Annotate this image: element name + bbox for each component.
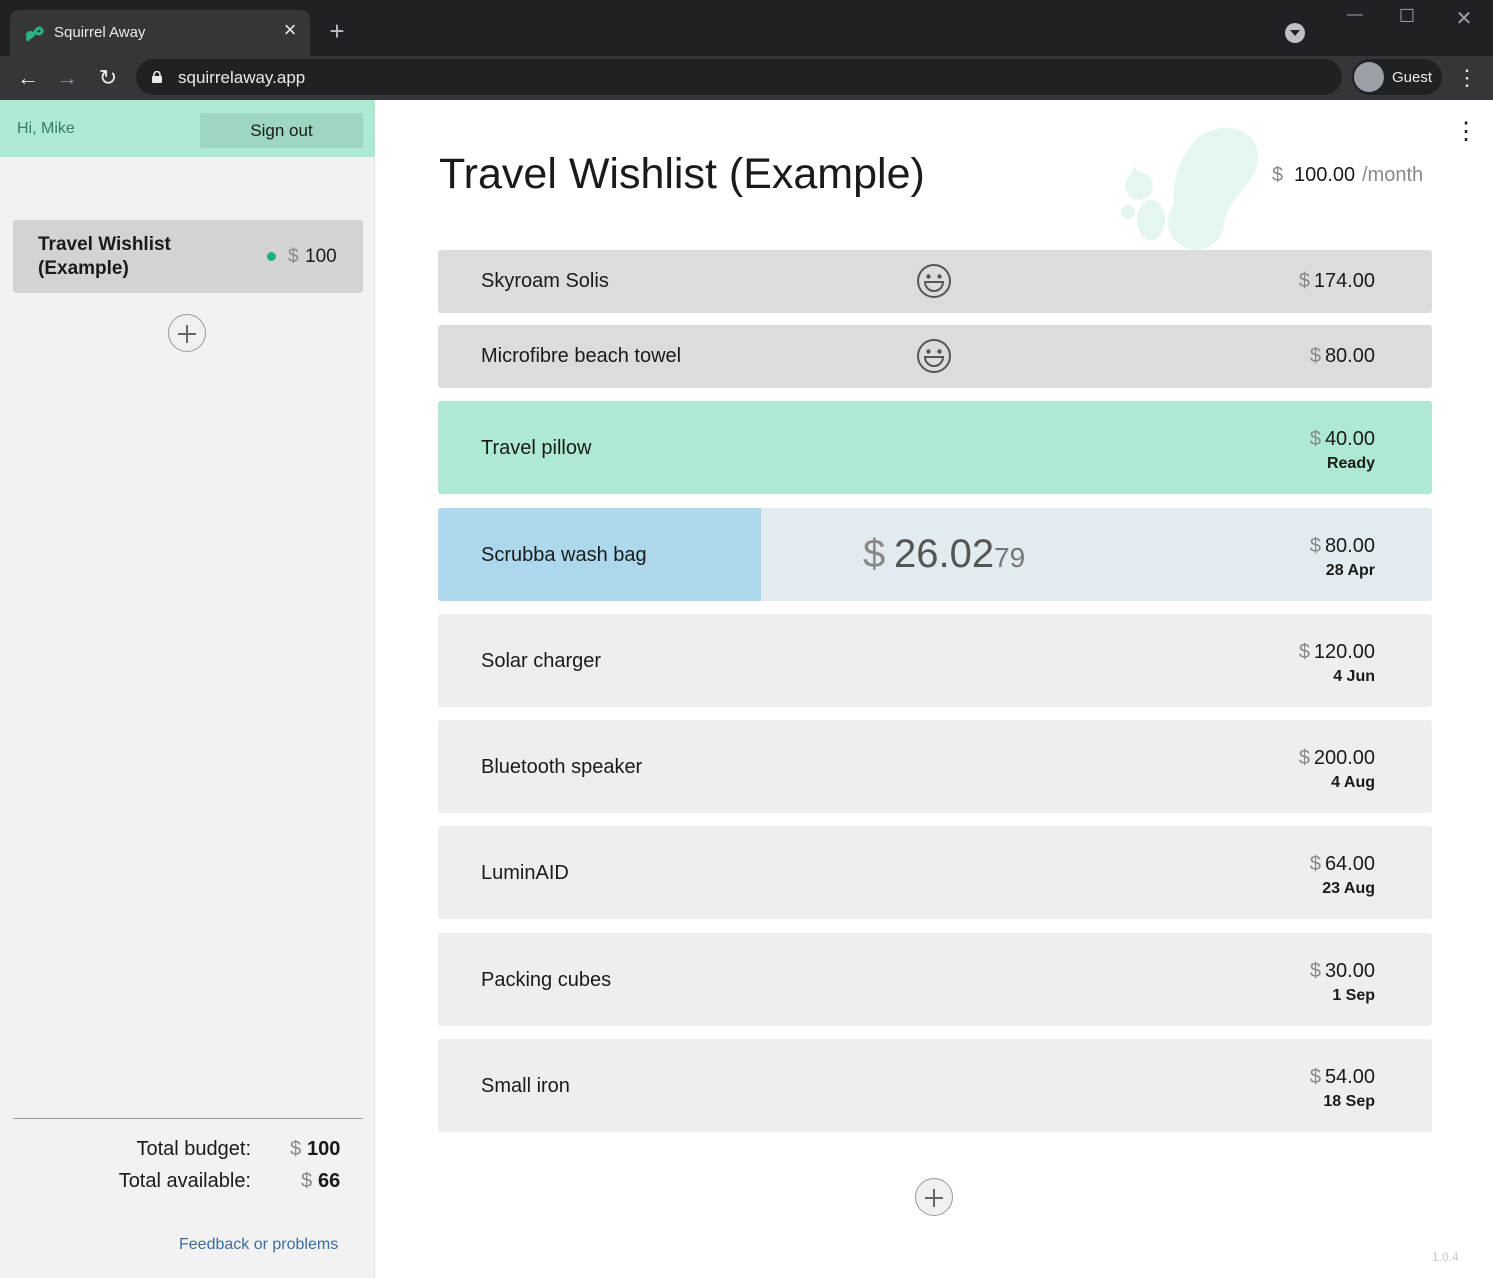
- item-price: 54.00: [1324, 1066, 1375, 1088]
- tab-search-icon[interactable]: [1285, 23, 1305, 43]
- browser-tab-bar: Squirrel Away × + — ☐ ✕: [0, 0, 1493, 56]
- item-price: 174.00: [1313, 270, 1375, 292]
- main-panel: Travel Wishlist (Example) $ 100.00 /mont…: [376, 100, 1493, 1278]
- total-budget-currency: $: [290, 1138, 302, 1160]
- version-label: 1.0.4: [1432, 1250, 1459, 1264]
- item-currency: $: [1309, 345, 1321, 367]
- browser-toolbar: ← → ↻ squirrelaway.app Guest ⋮: [0, 56, 1493, 100]
- wishlist-row[interactable]: Small iron $ 54.00 18 Sep: [438, 1039, 1432, 1132]
- sidebar: Hi, Mike Sign out Travel Wishlist (Examp…: [0, 100, 375, 1278]
- item-name: Microfibre beach towel: [481, 345, 682, 367]
- wishlist-row[interactable]: LuminAID $ 64.00 23 Aug: [438, 826, 1432, 919]
- url-text: squirrelaway.app: [178, 68, 306, 87]
- item-price: 30.00: [1324, 960, 1375, 982]
- item-date: 18 Sep: [1323, 1093, 1375, 1110]
- saved-fraction: 79: [994, 542, 1026, 573]
- smiley-icon: [917, 264, 951, 298]
- item-currency: $: [1298, 270, 1310, 292]
- item-currency: $: [1309, 960, 1321, 982]
- status-dot: [267, 252, 276, 261]
- item-status: Ready: [1326, 455, 1375, 472]
- wishlist-row[interactable]: Packing cubes $ 30.00 1 Sep: [438, 933, 1432, 1026]
- total-budget-label: Total budget:: [136, 1138, 251, 1160]
- item-currency: $: [1309, 853, 1321, 875]
- item-price: 80.00: [1324, 345, 1375, 367]
- item-date: 4 Aug: [1331, 774, 1375, 791]
- monthly-budget-amount[interactable]: 100.00: [1294, 164, 1355, 187]
- item-name: Travel pillow: [481, 437, 592, 459]
- item-name: Small iron: [481, 1075, 570, 1097]
- wishlist-row[interactable]: Solar charger $ 120.00 4 Jun: [438, 614, 1432, 707]
- budget-unit: /month: [1362, 164, 1424, 186]
- saved-amount: 26.02: [894, 532, 995, 576]
- item-name: Bluetooth speaker: [481, 756, 643, 778]
- item-currency: $: [1309, 1066, 1321, 1088]
- new-tab-icon[interactable]: +: [326, 18, 348, 44]
- wishlist-item[interactable]: Travel Wishlist (Example) $ 100: [13, 220, 363, 293]
- item-price: 40.00: [1324, 428, 1375, 450]
- divider: [13, 1118, 363, 1119]
- feedback-link[interactable]: Feedback or problems: [179, 1236, 338, 1254]
- add-item-button[interactable]: [915, 1178, 953, 1216]
- tab-title: Squirrel Away: [54, 24, 146, 41]
- sign-out-button[interactable]: Sign out: [200, 113, 363, 148]
- browser-tab[interactable]: Squirrel Away ×: [10, 10, 310, 56]
- wishlist-name: Travel Wishlist (Example): [38, 234, 171, 279]
- wishlist-row[interactable]: Microfibre beach towel $ 80.00: [438, 325, 1432, 388]
- item-name: Skyroam Solis: [481, 270, 609, 292]
- more-options-icon[interactable]: ⋮: [1454, 118, 1478, 146]
- total-available-value: 66: [318, 1170, 341, 1192]
- item-currency: $: [1298, 641, 1310, 663]
- profile-button[interactable]: Guest: [1352, 59, 1442, 95]
- maximize-icon[interactable]: ☐: [1392, 6, 1422, 27]
- minimize-icon[interactable]: —: [1340, 6, 1370, 24]
- currency-symbol: $: [288, 246, 299, 267]
- wishlist-row-saving[interactable]: Scrubba wash bag $ 26.02 79 $ 80.00 28 A…: [438, 508, 1432, 601]
- total-budget-value: 100: [307, 1138, 341, 1160]
- item-price: 80.00: [1324, 535, 1375, 557]
- squirrel-favicon-icon: [26, 26, 44, 41]
- item-currency: $: [1309, 428, 1321, 450]
- item-date: 1 Sep: [1332, 987, 1375, 1004]
- greeting: Hi, Mike: [17, 120, 75, 137]
- item-currency: $: [1298, 747, 1310, 769]
- item-price: 200.00: [1313, 747, 1375, 769]
- total-available-label: Total available:: [118, 1170, 251, 1192]
- browser-menu-icon[interactable]: ⋮: [1456, 64, 1478, 92]
- item-price: 64.00: [1324, 853, 1375, 875]
- forward-icon[interactable]: →: [53, 64, 81, 92]
- address-bar[interactable]: squirrelaway.app: [136, 59, 1342, 95]
- wishlist-row[interactable]: Skyroam Solis $ 174.00: [438, 250, 1432, 313]
- item-date: 28 Apr: [1325, 562, 1375, 579]
- profile-avatar-icon: [1354, 62, 1384, 92]
- smiley-icon: [917, 339, 951, 373]
- lock-icon: [152, 71, 162, 83]
- back-icon[interactable]: ←: [14, 64, 42, 92]
- item-date: 4 Jun: [1333, 668, 1375, 685]
- total-available-currency: $: [301, 1170, 313, 1192]
- wishlist-amount: 100: [305, 246, 337, 267]
- page-title: Travel Wishlist (Example): [439, 150, 925, 198]
- saved-currency: $: [863, 532, 886, 576]
- wishlist-row-ready[interactable]: Travel pillow $ 40.00 Ready: [438, 401, 1432, 494]
- item-name: LuminAID: [481, 862, 569, 884]
- window-close-icon[interactable]: ✕: [1449, 6, 1479, 31]
- reload-icon[interactable]: ↻: [94, 64, 122, 92]
- budget-currency: $: [1272, 164, 1284, 186]
- user-bar: Hi, Mike Sign out: [0, 100, 375, 157]
- item-currency: $: [1309, 535, 1321, 557]
- item-name: Packing cubes: [481, 969, 612, 991]
- add-list-button[interactable]: [168, 314, 206, 352]
- wishlist-row[interactable]: Bluetooth speaker $ 200.00 4 Aug: [438, 720, 1432, 813]
- squirrel-logo-icon: [1121, 128, 1259, 250]
- item-date: 23 Aug: [1322, 880, 1375, 897]
- item-name: Scrubba wash bag: [481, 544, 647, 566]
- item-price: 120.00: [1313, 641, 1375, 663]
- profile-label: Guest: [1392, 69, 1433, 86]
- item-name: Solar charger: [481, 650, 602, 672]
- tab-close-icon[interactable]: ×: [280, 19, 300, 41]
